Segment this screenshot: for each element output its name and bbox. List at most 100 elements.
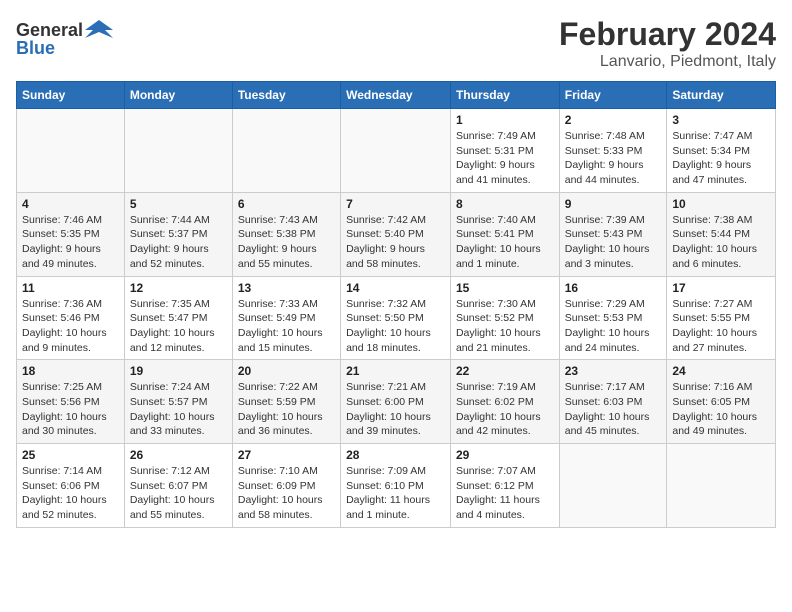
- day-info: Sunrise: 7:10 AM Sunset: 6:09 PM Dayligh…: [238, 464, 335, 523]
- calendar-table: SundayMondayTuesdayWednesdayThursdayFrid…: [16, 81, 776, 528]
- subtitle: Lanvario, Piedmont, Italy: [559, 53, 776, 71]
- page-header: General Blue February 2024 Lanvario, Pie…: [16, 16, 776, 71]
- day-info: Sunrise: 7:24 AM Sunset: 5:57 PM Dayligh…: [130, 380, 227, 439]
- calendar-cell: 7 Sunrise: 7:42 AM Sunset: 5:40 PM Daylig…: [341, 192, 451, 276]
- day-number: 20: [238, 364, 335, 378]
- day-info: Sunrise: 7:19 AM Sunset: 6:02 PM Dayligh…: [456, 380, 554, 439]
- weekday-header: Sunday: [17, 82, 125, 109]
- day-info: Sunrise: 7:30 AM Sunset: 5:52 PM Dayligh…: [456, 297, 554, 356]
- day-info: Sunrise: 7:33 AM Sunset: 5:49 PM Dayligh…: [238, 297, 335, 356]
- day-number: 15: [456, 281, 554, 295]
- day-info: Sunrise: 7:14 AM Sunset: 6:06 PM Dayligh…: [22, 464, 119, 523]
- calendar-cell: [667, 444, 776, 528]
- day-number: 6: [238, 197, 335, 211]
- calendar-cell: 24 Sunrise: 7:16 AM Sunset: 6:05 PM Dayli…: [667, 360, 776, 444]
- day-number: 18: [22, 364, 119, 378]
- calendar-cell: 13 Sunrise: 7:33 AM Sunset: 5:49 PM Dayli…: [232, 276, 340, 360]
- calendar-cell: [17, 109, 125, 193]
- day-number: 11: [22, 281, 119, 295]
- calendar-cell: 1 Sunrise: 7:49 AM Sunset: 5:31 PM Daylig…: [450, 109, 559, 193]
- day-info: Sunrise: 7:12 AM Sunset: 6:07 PM Dayligh…: [130, 464, 227, 523]
- day-info: Sunrise: 7:21 AM Sunset: 6:00 PM Dayligh…: [346, 380, 445, 439]
- day-number: 26: [130, 448, 227, 462]
- calendar-cell: 28 Sunrise: 7:09 AM Sunset: 6:10 PM Dayli…: [341, 444, 451, 528]
- day-number: 25: [22, 448, 119, 462]
- calendar-cell: 26 Sunrise: 7:12 AM Sunset: 6:07 PM Dayli…: [124, 444, 232, 528]
- day-info: Sunrise: 7:42 AM Sunset: 5:40 PM Dayligh…: [346, 213, 445, 272]
- weekday-header: Tuesday: [232, 82, 340, 109]
- day-info: Sunrise: 7:44 AM Sunset: 5:37 PM Dayligh…: [130, 213, 227, 272]
- day-info: Sunrise: 7:27 AM Sunset: 5:55 PM Dayligh…: [672, 297, 770, 356]
- day-number: 23: [565, 364, 662, 378]
- weekday-header: Thursday: [450, 82, 559, 109]
- day-number: 22: [456, 364, 554, 378]
- logo: General Blue: [16, 16, 113, 59]
- calendar-cell: 11 Sunrise: 7:36 AM Sunset: 5:46 PM Dayli…: [17, 276, 125, 360]
- day-info: Sunrise: 7:48 AM Sunset: 5:33 PM Dayligh…: [565, 129, 662, 188]
- weekday-header: Monday: [124, 82, 232, 109]
- day-number: 1: [456, 113, 554, 127]
- day-info: Sunrise: 7:17 AM Sunset: 6:03 PM Dayligh…: [565, 380, 662, 439]
- calendar-cell: 19 Sunrise: 7:24 AM Sunset: 5:57 PM Dayli…: [124, 360, 232, 444]
- logo-bird-icon: [85, 16, 113, 44]
- day-info: Sunrise: 7:16 AM Sunset: 6:05 PM Dayligh…: [672, 380, 770, 439]
- calendar-cell: 4 Sunrise: 7:46 AM Sunset: 5:35 PM Daylig…: [17, 192, 125, 276]
- day-info: Sunrise: 7:38 AM Sunset: 5:44 PM Dayligh…: [672, 213, 770, 272]
- day-number: 19: [130, 364, 227, 378]
- calendar-cell: 2 Sunrise: 7:48 AM Sunset: 5:33 PM Daylig…: [559, 109, 667, 193]
- day-number: 16: [565, 281, 662, 295]
- day-number: 29: [456, 448, 554, 462]
- calendar-cell: 6Sunrise: 7:43 AM Sunset: 5:38 PM Daylig…: [232, 192, 340, 276]
- calendar-cell: 21 Sunrise: 7:21 AM Sunset: 6:00 PM Dayli…: [341, 360, 451, 444]
- day-number: 7: [346, 197, 445, 211]
- day-info: Sunrise: 7:49 AM Sunset: 5:31 PM Dayligh…: [456, 129, 554, 188]
- calendar-cell: 27 Sunrise: 7:10 AM Sunset: 6:09 PM Dayli…: [232, 444, 340, 528]
- day-number: 5: [130, 197, 227, 211]
- day-number: 14: [346, 281, 445, 295]
- weekday-header: Saturday: [667, 82, 776, 109]
- calendar-cell: 12Sunrise: 7:35 AM Sunset: 5:47 PM Dayli…: [124, 276, 232, 360]
- day-number: 9: [565, 197, 662, 211]
- calendar-cell: [559, 444, 667, 528]
- day-number: 10: [672, 197, 770, 211]
- calendar-cell: [232, 109, 340, 193]
- title-block: February 2024 Lanvario, Piedmont, Italy: [559, 16, 776, 71]
- day-info: Sunrise: 7:46 AM Sunset: 5:35 PM Dayligh…: [22, 213, 119, 272]
- day-number: 13: [238, 281, 335, 295]
- day-number: 17: [672, 281, 770, 295]
- calendar-cell: 5 Sunrise: 7:44 AM Sunset: 5:37 PM Daylig…: [124, 192, 232, 276]
- day-info: Sunrise: 7:36 AM Sunset: 5:46 PM Dayligh…: [22, 297, 119, 356]
- calendar-cell: 16Sunrise: 7:29 AM Sunset: 5:53 PM Dayli…: [559, 276, 667, 360]
- day-number: 3: [672, 113, 770, 127]
- calendar-cell: 8 Sunrise: 7:40 AM Sunset: 5:41 PM Daylig…: [450, 192, 559, 276]
- calendar-cell: [124, 109, 232, 193]
- day-info: Sunrise: 7:40 AM Sunset: 5:41 PM Dayligh…: [456, 213, 554, 272]
- calendar-cell: 18 Sunrise: 7:25 AM Sunset: 5:56 PM Dayli…: [17, 360, 125, 444]
- calendar-cell: 23 Sunrise: 7:17 AM Sunset: 6:03 PM Dayli…: [559, 360, 667, 444]
- day-info: Sunrise: 7:25 AM Sunset: 5:56 PM Dayligh…: [22, 380, 119, 439]
- day-info: Sunrise: 7:07 AM Sunset: 6:12 PM Dayligh…: [456, 464, 554, 523]
- day-number: 28: [346, 448, 445, 462]
- calendar-cell: 14Sunrise: 7:32 AM Sunset: 5:50 PM Dayli…: [341, 276, 451, 360]
- day-info: Sunrise: 7:22 AM Sunset: 5:59 PM Dayligh…: [238, 380, 335, 439]
- calendar-cell: 20 Sunrise: 7:22 AM Sunset: 5:59 PM Dayli…: [232, 360, 340, 444]
- logo-text-blue: Blue: [16, 38, 55, 59]
- day-info: Sunrise: 7:09 AM Sunset: 6:10 PM Dayligh…: [346, 464, 445, 523]
- calendar-cell: 22 Sunrise: 7:19 AM Sunset: 6:02 PM Dayli…: [450, 360, 559, 444]
- calendar-cell: 15 Sunrise: 7:30 AM Sunset: 5:52 PM Dayli…: [450, 276, 559, 360]
- day-number: 24: [672, 364, 770, 378]
- calendar-cell: 10 Sunrise: 7:38 AM Sunset: 5:44 PM Dayli…: [667, 192, 776, 276]
- day-number: 8: [456, 197, 554, 211]
- weekday-header: Friday: [559, 82, 667, 109]
- calendar-cell: 3Sunrise: 7:47 AM Sunset: 5:34 PM Daylig…: [667, 109, 776, 193]
- day-number: 27: [238, 448, 335, 462]
- weekday-header: Wednesday: [341, 82, 451, 109]
- day-info: Sunrise: 7:39 AM Sunset: 5:43 PM Dayligh…: [565, 213, 662, 272]
- calendar-cell: [341, 109, 451, 193]
- day-number: 4: [22, 197, 119, 211]
- day-number: 21: [346, 364, 445, 378]
- calendar-cell: 29 Sunrise: 7:07 AM Sunset: 6:12 PM Dayli…: [450, 444, 559, 528]
- main-title: February 2024: [559, 16, 776, 53]
- calendar-cell: 9 Sunrise: 7:39 AM Sunset: 5:43 PM Daylig…: [559, 192, 667, 276]
- day-number: 2: [565, 113, 662, 127]
